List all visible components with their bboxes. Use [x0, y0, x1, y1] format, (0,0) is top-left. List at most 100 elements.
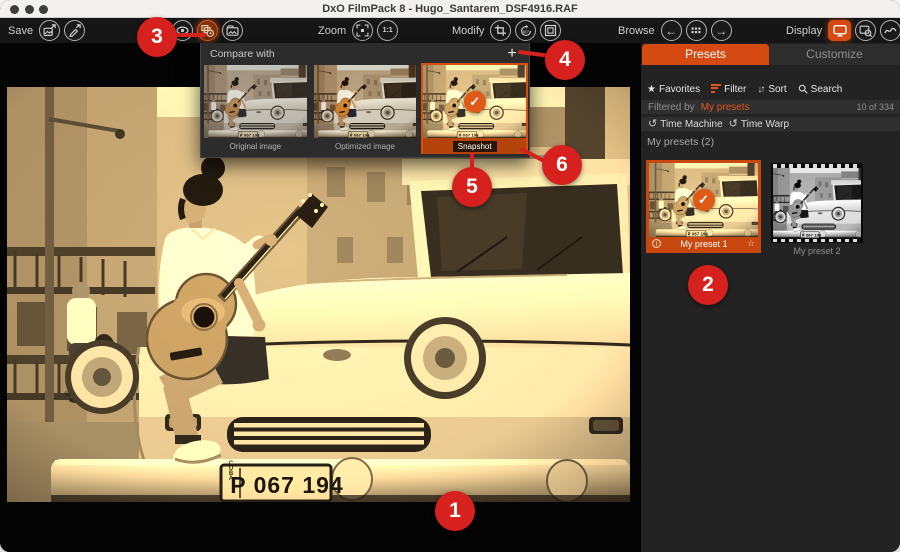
time-machine-icon: ↺	[648, 119, 657, 130]
compare-item-original[interactable]: Original image	[204, 65, 307, 154]
zoom-100-button[interactable]: 1:1	[377, 20, 398, 41]
curves-wave-icon	[884, 24, 897, 37]
preset-1-label: My preset 1	[680, 239, 727, 249]
histogram-button[interactable]	[880, 20, 900, 41]
export-to-application-button[interactable]	[64, 20, 85, 41]
preset-1-thumbnail: ✓	[649, 163, 758, 237]
preset-info-icon[interactable]: i	[652, 239, 661, 248]
preset-1-footer: i My preset 1 ☆	[649, 237, 758, 250]
browse-group: Browse ← →	[618, 20, 732, 41]
snapshot-name-field[interactable]: Snapshot	[453, 141, 497, 152]
preset-card-1[interactable]: ✓ i My preset 1 ☆	[646, 160, 761, 253]
window-title: DxO FilmPack 8 - Hugo_Santarem_DSF4916.R…	[0, 0, 900, 18]
frame-button[interactable]	[540, 20, 561, 41]
filter-button[interactable]: Filter	[711, 84, 746, 95]
app-window: DxO FilmPack 8 - Hugo_Santarem_DSF4916.R…	[0, 0, 900, 552]
save-group: Save	[8, 20, 85, 41]
lightbox-button[interactable]	[222, 20, 243, 41]
film-perforation-top	[773, 164, 861, 168]
preset-count: 10 of 334	[856, 102, 894, 112]
preset-2-thumbnail	[773, 168, 861, 238]
export-image-icon	[43, 24, 56, 37]
image-folder-icon	[226, 24, 239, 37]
sort-arrows-icon: ↓↑	[757, 84, 763, 95]
modify-group: Modify 90°	[452, 20, 561, 41]
crop-button[interactable]	[490, 20, 511, 41]
loupe-button[interactable]	[855, 20, 876, 41]
snapshots-button[interactable]	[197, 20, 218, 41]
time-warp-button[interactable]: ↺ Time Warp	[729, 119, 789, 130]
rotate-90-icon: 90°	[519, 24, 533, 38]
preset-favorite-star-icon[interactable]: ☆	[747, 239, 755, 248]
selected-check-icon: ✓	[693, 189, 715, 211]
sort-button[interactable]: ↓↑ Sort	[757, 84, 786, 95]
export-to-disk-button[interactable]	[39, 20, 60, 41]
time-tools-row: ↺ Time Machine ↺ Time Warp	[641, 117, 900, 131]
rotate-90-button[interactable]: 90°	[515, 20, 536, 41]
titlebar: DxO FilmPack 8 - Hugo_Santarem_DSF4916.R…	[0, 0, 900, 18]
filtered-by-label: Filtered by	[648, 102, 695, 113]
browse-label: Browse	[618, 25, 655, 37]
previous-image-button[interactable]: ←	[661, 20, 682, 41]
filter-status-row: Filtered by My presets 10 of 334	[641, 100, 900, 114]
export-edit-icon	[68, 24, 81, 37]
tab-presets[interactable]: Presets	[642, 44, 769, 65]
tab-customize[interactable]: Customize	[769, 44, 900, 65]
snapshot-thumbnail: ✓	[423, 65, 526, 138]
zoom-label: Zoom	[318, 25, 346, 37]
next-image-button[interactable]: →	[711, 20, 732, 41]
my-presets-section-title: My presets (2)	[647, 136, 714, 148]
callout-2: 2	[688, 265, 728, 305]
favorites-star-icon: ★	[647, 84, 656, 95]
favorites-button[interactable]: ★ Favorites	[647, 84, 700, 95]
display-mode-button[interactable]	[828, 20, 851, 41]
arrow-left-icon: ←	[665, 25, 677, 37]
callout-6: 6	[542, 145, 582, 185]
time-machine-button[interactable]: ↺ Time Machine	[648, 119, 723, 130]
sort-label: Sort	[768, 84, 786, 95]
compare-item-optimized[interactable]: Optimized image	[314, 65, 417, 154]
compare-with-title: Compare with	[210, 48, 275, 60]
original-image-label: Original image	[204, 142, 307, 151]
image-magnifier-icon	[859, 24, 872, 37]
callout-3: 3	[137, 17, 177, 57]
save-label: Save	[8, 25, 33, 37]
frame-icon	[544, 24, 557, 37]
compare-with-header: Compare with +	[201, 43, 529, 64]
monitor-icon	[833, 24, 847, 37]
time-warp-label: Time Warp	[741, 119, 789, 130]
search-label: Search	[811, 84, 843, 95]
callout-1: 1	[435, 491, 475, 531]
callout-4: 4	[545, 40, 585, 80]
compare-group	[172, 20, 243, 41]
filtered-by-value[interactable]: My presets	[701, 102, 750, 113]
filter-label: Filter	[724, 84, 746, 95]
callout-5: 5	[452, 167, 492, 207]
original-image-thumbnail	[204, 65, 307, 138]
time-warp-icon: ↺	[729, 119, 738, 130]
right-panel: Presets Customize ★ Favorites Filter ↓↑ …	[640, 43, 900, 552]
zoom-fit-icon	[356, 24, 369, 37]
favorites-label: Favorites	[659, 84, 700, 95]
search-button[interactable]: Search	[798, 84, 843, 95]
film-perforation-bottom	[773, 239, 861, 243]
snapshot-footer: Snapshot	[423, 138, 526, 154]
filter-icon	[711, 84, 721, 95]
contact-sheet-button[interactable]	[686, 20, 707, 41]
presets-toolbar: ★ Favorites Filter ↓↑ Sort Search	[641, 81, 900, 97]
search-icon	[798, 84, 808, 94]
preset-2-label: My preset 2	[771, 246, 863, 256]
crop-icon	[494, 24, 507, 37]
arrow-right-icon: →	[715, 25, 727, 37]
optimized-image-thumbnail	[314, 65, 417, 138]
zoom-group: Zoom 1:1	[318, 20, 398, 41]
preset-card-2[interactable]	[771, 163, 863, 243]
compare-with-list: Original image Optimized image ✓ Snapsho…	[201, 64, 529, 154]
display-label: Display	[786, 25, 822, 37]
selected-check-icon: ✓	[464, 91, 486, 113]
modify-label: Modify	[452, 25, 484, 37]
zoom-fit-button[interactable]	[352, 20, 373, 41]
svg-text:90°: 90°	[523, 29, 530, 34]
compare-item-snapshot[interactable]: ✓ Snapshot	[421, 63, 528, 154]
display-group: Display	[786, 20, 900, 41]
